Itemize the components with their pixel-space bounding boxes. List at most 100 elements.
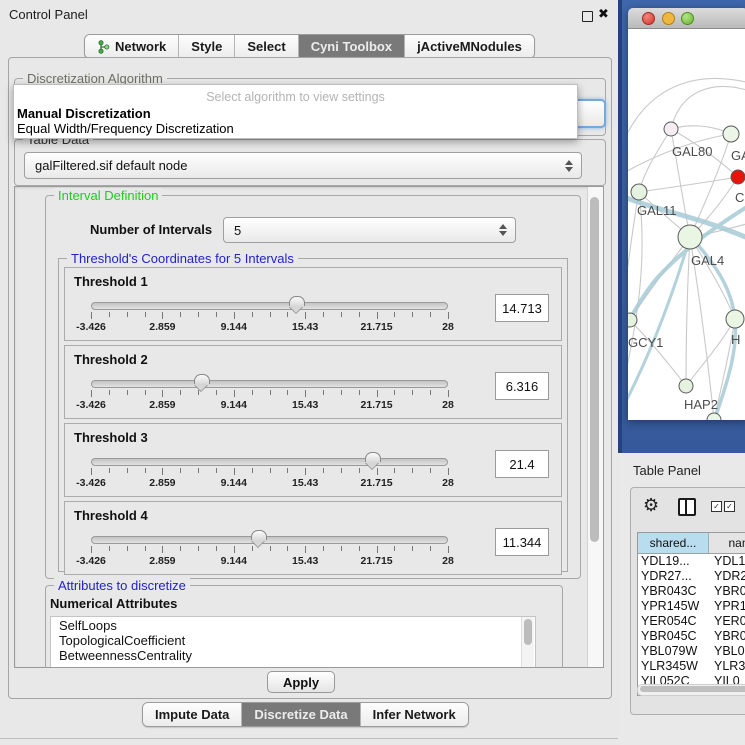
thresholds-group: Threshold's Coordinates for 5 Intervals … — [58, 258, 568, 572]
cell[interactable]: YDR27... — [638, 569, 708, 584]
number-of-intervals-combobox[interactable]: 5 — [223, 217, 516, 243]
slider-thumb[interactable] — [365, 452, 381, 462]
scale-label: 9.144 — [221, 477, 247, 489]
scale-label: 15.43 — [292, 399, 318, 411]
screen: Control Panel ✖ Network Style Select Cyn… — [0, 0, 745, 745]
tab-infer-network[interactable]: Infer Network — [361, 703, 468, 726]
threshold-1-value-field[interactable]: 14.713 — [495, 294, 549, 322]
close-window-icon[interactable] — [642, 12, 655, 25]
node-label: H — [731, 332, 740, 347]
node-gal11[interactable] — [631, 184, 647, 200]
slider-thumb[interactable] — [194, 374, 210, 384]
combobox-value: 5 — [224, 223, 495, 238]
table-panel-title: Table Panel — [633, 463, 701, 478]
cell[interactable]: YDL1 — [708, 554, 745, 569]
node-gal4[interactable] — [678, 225, 702, 249]
table-horizontal-scrollbar[interactable] — [637, 684, 745, 696]
tab-discretize-data[interactable]: Discretize Data — [242, 703, 360, 726]
threshold-4-value-field[interactable]: 11.344 — [495, 528, 549, 556]
cell[interactable]: YBR0 — [708, 629, 745, 644]
cell[interactable]: YER0 — [708, 614, 745, 629]
cell[interactable]: YER054C — [638, 614, 708, 629]
cell[interactable]: YBR0 — [708, 584, 745, 599]
node-gcy1[interactable] — [628, 313, 637, 327]
numerical-attributes-label: Numerical Attributes — [50, 596, 177, 611]
threshold-2-value-field[interactable]: 6.316 — [495, 372, 549, 400]
scale-label: 9.144 — [221, 321, 247, 333]
node-hap2[interactable] — [679, 379, 693, 393]
gear-icon[interactable]: ⚙ — [643, 496, 659, 514]
tab-impute-data[interactable]: Impute Data — [143, 703, 242, 726]
float-window-icon[interactable] — [582, 11, 593, 22]
cell[interactable]: YBR043C — [638, 584, 708, 599]
slider-ticks — [91, 468, 448, 476]
dropdown-hint: Select algorithm to view settings — [14, 90, 577, 104]
slider-track[interactable] — [91, 458, 448, 466]
tab-label: Discretize Data — [254, 707, 347, 722]
cell[interactable]: YDL19... — [638, 554, 708, 569]
table-row[interactable]: YER054CYER0 — [638, 614, 745, 629]
cell[interactable]: YBL079W — [638, 644, 708, 659]
slider-thumb[interactable] — [289, 296, 305, 306]
table-row[interactable]: YLR345WYLR3 — [638, 659, 745, 674]
slider-thumb[interactable] — [251, 530, 267, 540]
node-h[interactable] — [726, 310, 744, 328]
zoom-window-icon[interactable] — [681, 12, 694, 25]
slider-scale-labels: -3.426 2.859 9.144 15.43 21.715 28 — [91, 477, 448, 489]
minimize-window-icon[interactable] — [662, 12, 675, 25]
threshold-3-slider[interactable]: -3.426 2.859 9.144 15.43 21.715 28 — [91, 454, 448, 494]
list-item[interactable]: TopologicalCoefficient — [51, 632, 535, 647]
list-item[interactable]: SelfLoops — [51, 617, 535, 632]
tab-select[interactable]: Select — [235, 35, 298, 58]
threshold-4-slider[interactable]: -3.426 2.859 9.144 15.43 21.715 28 — [91, 532, 448, 572]
scale-label: 21.715 — [361, 477, 393, 489]
settings-vertical-scrollbar[interactable] — [587, 187, 603, 667]
close-icon[interactable]: ✖ — [598, 6, 609, 22]
node-attribute-table: shared... name YDL19...YDL1 YDR27...YDR2… — [637, 532, 745, 696]
cell[interactable]: YBL0 — [708, 644, 745, 659]
table-row[interactable]: YBR045CYBR0 — [638, 629, 745, 644]
threshold-1-slider[interactable]: -3.426 2.859 9.144 15.43 21.715 28 — [91, 298, 448, 338]
cell[interactable]: YPR1 — [708, 599, 745, 614]
scale-label: 15.43 — [292, 477, 318, 489]
checkbox-icon[interactable]: ✓ — [711, 501, 722, 512]
node-partial-top-right[interactable] — [723, 126, 739, 142]
threshold-label: Threshold 2 — [74, 352, 148, 367]
cell[interactable]: YPR145W — [638, 599, 708, 614]
list-scrollbar[interactable] — [521, 617, 534, 668]
column-header-shared-name[interactable]: shared... — [638, 533, 709, 553]
tab-style[interactable]: Style — [179, 35, 235, 58]
cell[interactable]: YBR045C — [638, 629, 708, 644]
dropdown-option-manual-discretization[interactable]: Manual Discretization — [17, 106, 574, 121]
tab-jactivemnodules[interactable]: jActiveMNodules — [405, 35, 534, 58]
column-header-name[interactable]: name — [709, 533, 745, 553]
node-gal80[interactable] — [664, 122, 678, 136]
cell[interactable]: YLR3 — [708, 659, 745, 674]
node-bottom-partial[interactable] — [707, 413, 721, 420]
apply-button[interactable]: Apply — [267, 671, 335, 693]
node-red-selected[interactable] — [731, 170, 745, 184]
split-columns-icon[interactable] — [678, 498, 696, 516]
slider-track[interactable] — [91, 536, 448, 544]
table-row[interactable]: YBL079WYBL0 — [638, 644, 745, 659]
threshold-2-slider[interactable]: -3.426 2.859 9.144 15.43 21.715 28 — [91, 376, 448, 416]
network-canvas[interactable]: GAL80 GA C GAL11 GAL4 GCY1 H HAP2 — [628, 29, 745, 420]
threshold-3-value-field[interactable]: 21.4 — [495, 450, 549, 478]
tab-label: Cyni Toolbox — [311, 39, 392, 54]
cell[interactable]: YDR2 — [708, 569, 745, 584]
tab-network[interactable]: Network — [85, 35, 179, 58]
list-item[interactable]: BetweennessCentrality — [51, 647, 535, 662]
table-row[interactable]: YDL19...YDL1 — [638, 554, 745, 569]
group-title: Threshold's Coordinates for 5 Intervals — [67, 251, 298, 266]
table-row[interactable]: YBR043CYBR0 — [638, 584, 745, 599]
table-row[interactable]: YPR145WYPR1 — [638, 599, 745, 614]
table-row[interactable]: YDR27...YDR2 — [638, 569, 745, 584]
tab-cyni-toolbox[interactable]: Cyni Toolbox — [299, 35, 405, 58]
slider-track[interactable] — [91, 380, 448, 388]
checkbox-icon[interactable]: ✓ — [724, 501, 735, 512]
dropdown-option-equal-width-frequency[interactable]: Equal Width/Frequency Discretization — [17, 121, 574, 136]
table-data-combobox[interactable]: galFiltered.sif default node — [24, 152, 582, 179]
cell[interactable]: YLR345W — [638, 659, 708, 674]
scale-label: 28 — [442, 399, 454, 411]
slider-track[interactable] — [91, 302, 448, 310]
